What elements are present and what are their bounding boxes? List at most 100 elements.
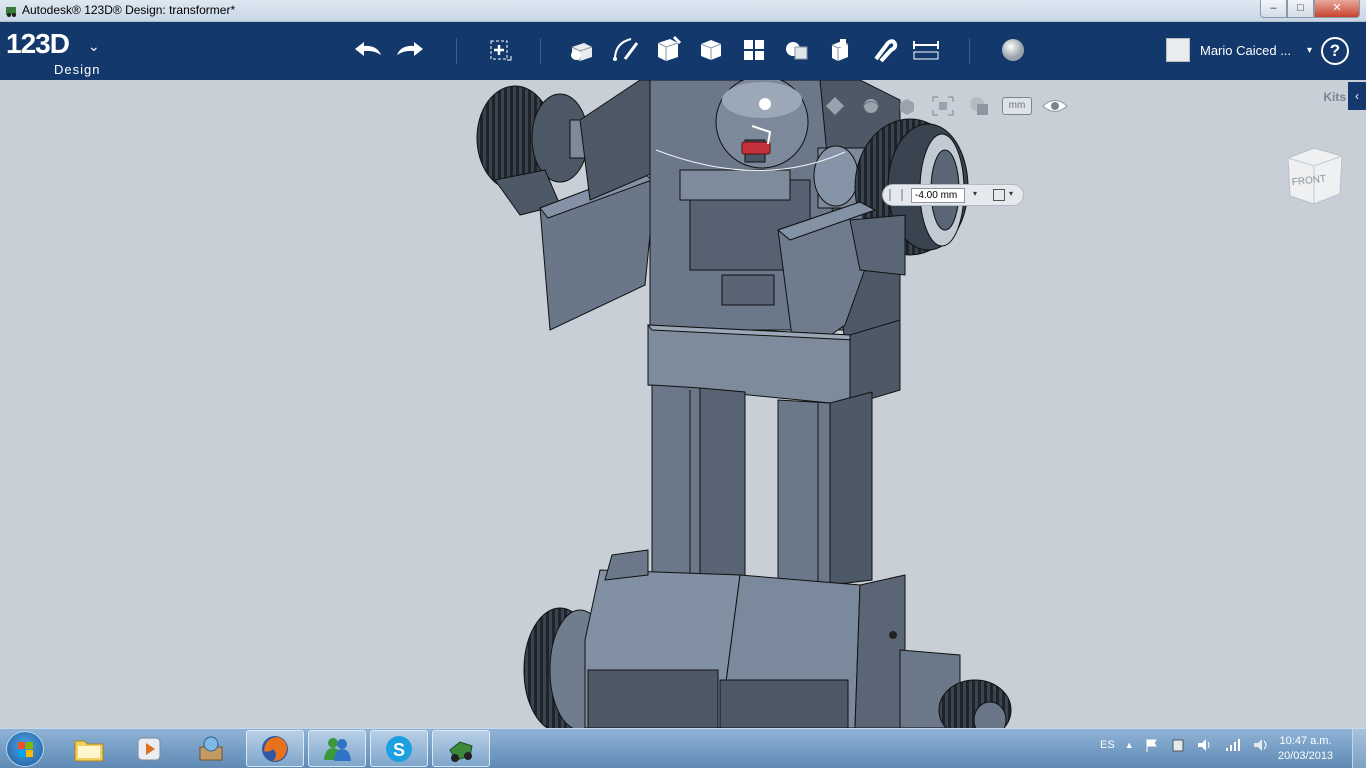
network-icon[interactable] — [1224, 737, 1242, 753]
material-button[interactable] — [995, 32, 1031, 68]
material-icon — [1002, 39, 1024, 61]
pattern-button[interactable] — [736, 32, 772, 68]
minimize-button[interactable]: – — [1260, 0, 1287, 18]
firefox-task[interactable] — [246, 730, 304, 767]
view-cube[interactable]: FRONT — [1284, 144, 1346, 208]
skype-icon: S — [386, 735, 412, 762]
drag-handle[interactable] — [889, 189, 903, 201]
units-button[interactable]: mm — [1002, 97, 1032, 115]
safely-remove-icon[interactable] — [1170, 737, 1186, 753]
main-toolbar: 123D ⌄ Design Mario Caiced ... ▾ ? — [0, 22, 1366, 80]
sketch-icon — [613, 38, 639, 61]
folder-icon — [74, 740, 104, 761]
primitives-icon — [571, 43, 593, 61]
snap-button[interactable] — [865, 32, 901, 68]
fit-button[interactable] — [930, 94, 956, 118]
grouping-icon — [786, 42, 808, 60]
construct-button[interactable] — [650, 32, 686, 68]
window-controls: – □ ✕ — [1260, 0, 1360, 18]
primitives-button[interactable] — [564, 32, 600, 68]
skype-task[interactable]: S — [370, 730, 428, 767]
toolbar-divider — [540, 38, 541, 64]
logo-subtext: Design — [54, 62, 101, 77]
chevron-down-icon[interactable]: ▾ — [1009, 189, 1013, 198]
toolbar-divider — [456, 38, 457, 64]
messenger-task[interactable] — [308, 730, 366, 767]
user-name: Mario Caiced ... — [1200, 42, 1292, 58]
fit-icon — [932, 96, 954, 116]
pan-icon — [826, 97, 844, 115]
undo-icon — [355, 42, 381, 56]
measure-icon — [913, 41, 939, 60]
robot-legs — [651, 384, 873, 586]
redo-button[interactable] — [392, 32, 428, 68]
zoom-icon — [900, 99, 914, 115]
transform-icon — [490, 40, 512, 61]
window-title: Autodesk® 123D® Design: transformer* — [22, 3, 236, 17]
chevron-down-icon: ▾ — [1307, 44, 1313, 56]
pan-button[interactable] — [822, 94, 848, 118]
kits-label[interactable]: Kits — [1323, 90, 1346, 104]
svg-text:S: S — [393, 740, 405, 760]
3d-viewport[interactable]: mm ▾ ▾ Kits ‹ FRONT — [0, 80, 1366, 728]
eye-icon — [1042, 100, 1068, 112]
robot-head — [715, 80, 809, 169]
modify-button[interactable] — [693, 32, 729, 68]
app-menu-logo[interactable]: 123D ⌄ Design — [6, 28, 100, 77]
media-player-task[interactable] — [120, 730, 178, 767]
action-center-icon[interactable] — [1144, 737, 1160, 753]
combine-button[interactable] — [822, 32, 858, 68]
app-icon — [6, 7, 16, 17]
redo-icon — [397, 42, 423, 56]
system-tray: ES ▲ — [1100, 737, 1270, 753]
avatar — [1166, 38, 1190, 62]
maximize-button[interactable]: □ — [1287, 0, 1314, 18]
view-mode-icon — [970, 97, 988, 115]
system-clock[interactable]: 10:47 a.m. 20/03/2013 — [1278, 734, 1333, 764]
start-button[interactable] — [6, 731, 44, 767]
speaker-icon[interactable] — [1252, 737, 1270, 753]
clock-date: 20/03/2013 — [1278, 750, 1334, 762]
windows-logo-icon — [18, 742, 33, 757]
kits-panel-toggle[interactable]: ‹ — [1348, 82, 1366, 110]
123d-design-task[interactable] — [432, 730, 490, 767]
orbit-button[interactable] — [858, 94, 884, 118]
show-hidden-icons-button[interactable]: ▲ — [1125, 740, 1134, 750]
robot-lower-body — [523, 549, 1012, 728]
orbit-icon — [862, 99, 880, 113]
grouping-button[interactable] — [779, 32, 815, 68]
snap-options-icon[interactable] — [993, 189, 1005, 201]
toolbar-divider — [969, 38, 970, 64]
visibility-button[interactable] — [1042, 94, 1068, 118]
snap-icon — [874, 39, 898, 63]
clock-time: 10:47 a.m. — [1279, 735, 1332, 747]
media-player-icon — [137, 737, 161, 760]
view-mode-button[interactable] — [966, 94, 992, 118]
123d-icon — [449, 740, 473, 762]
help-button[interactable]: ? — [1321, 37, 1349, 65]
sketch-button[interactable] — [607, 32, 643, 68]
app-task[interactable] — [182, 730, 240, 767]
modify-icon — [700, 40, 722, 60]
undo-button[interactable] — [350, 32, 386, 68]
construct-icon — [657, 35, 682, 61]
messenger-icon — [324, 737, 351, 761]
navigation-bar: mm — [822, 94, 1068, 118]
zoom-button[interactable] — [894, 94, 920, 118]
measure-button[interactable] — [908, 32, 944, 68]
windows-explorer-task[interactable] — [60, 730, 118, 767]
user-menu[interactable]: Mario Caiced ... ▾ — [1166, 38, 1312, 62]
title-bar: Autodesk® 123D® Design: transformer* – □… — [0, 0, 1366, 22]
chevron-down-icon: ⌄ — [88, 38, 100, 54]
combine-icon — [831, 39, 849, 61]
show-desktop-button[interactable] — [1352, 729, 1366, 768]
volume-icon[interactable] — [1196, 737, 1214, 753]
dimension-input[interactable] — [911, 188, 965, 203]
pattern-icon — [744, 40, 764, 60]
windows-taskbar: S ES ▲ 10:47 a.m. 20/03/2013 — [0, 728, 1366, 768]
language-indicator[interactable]: ES — [1100, 739, 1115, 751]
robot-model[interactable] — [0, 80, 1366, 728]
chevron-down-icon[interactable]: ▾ — [973, 189, 977, 198]
close-button[interactable]: ✕ — [1314, 0, 1360, 18]
transform-button[interactable] — [481, 32, 517, 68]
